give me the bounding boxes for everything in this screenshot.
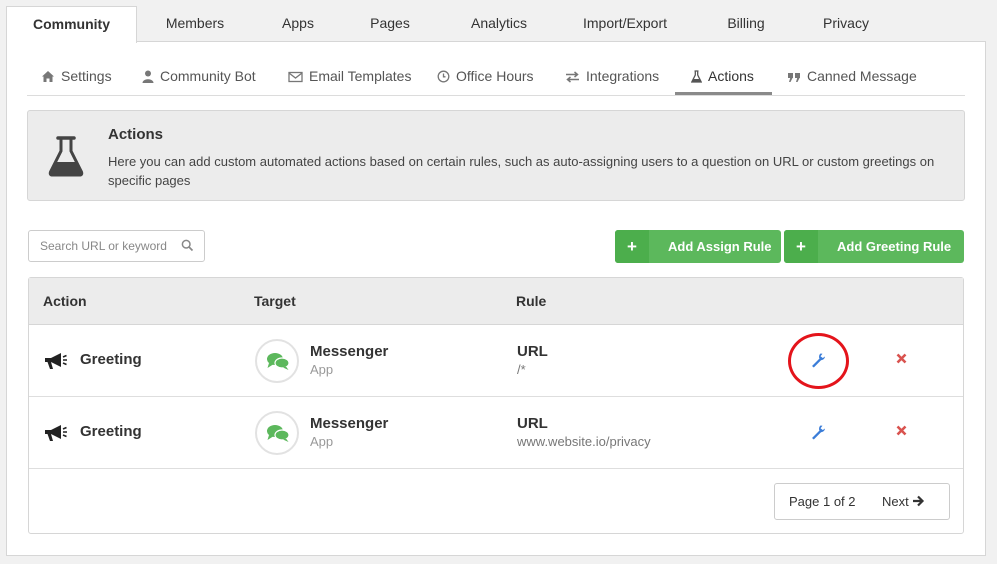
- info-description: Here you can add custom automated action…: [108, 154, 935, 188]
- subtab-label: Office Hours: [456, 68, 534, 84]
- tab-apps[interactable]: Apps: [258, 6, 338, 42]
- next-label: Next: [882, 494, 909, 509]
- home-icon: [42, 71, 54, 82]
- subtab-integrations[interactable]: Integrations: [565, 60, 659, 95]
- search-icon[interactable]: [181, 239, 194, 252]
- subtab-label: Actions: [708, 68, 754, 84]
- flask-icon: [690, 70, 703, 83]
- tab-analytics[interactable]: Analytics: [449, 6, 549, 42]
- megaphone-icon: [45, 353, 67, 369]
- actions-info-box: Actions Here you can add custom automate…: [27, 110, 965, 201]
- plus-icon: +: [615, 230, 649, 263]
- subtab-label: Canned Message: [807, 68, 917, 84]
- rule-value: www.website.io/privacy: [517, 434, 651, 449]
- envelope-icon: [288, 71, 303, 83]
- highlight-circle: [788, 333, 849, 389]
- tab-privacy[interactable]: Privacy: [806, 6, 886, 42]
- page-info: Page 1 of 2: [789, 494, 856, 509]
- search-box: [28, 230, 205, 262]
- action-type: Greeting: [80, 351, 142, 368]
- chat-icon: [267, 425, 290, 442]
- target-type: App: [310, 434, 334, 449]
- tab-members[interactable]: Members: [145, 6, 245, 42]
- table-row: Greeting Messenger App URL www.website.i…: [29, 397, 963, 469]
- rule-value: /*: [517, 362, 526, 377]
- action-type: Greeting: [80, 423, 142, 440]
- subtab-email-templates[interactable]: Email Templates: [288, 60, 411, 95]
- user-icon: [142, 70, 154, 83]
- header-target: Target: [254, 293, 296, 309]
- tab-pages[interactable]: Pages: [350, 6, 430, 42]
- tab-community[interactable]: Community: [6, 6, 137, 43]
- top-tabs: Community Members Apps Pages Analytics I…: [6, 6, 986, 43]
- target-type: App: [310, 362, 334, 377]
- avatar: [255, 411, 299, 455]
- target-name: Messenger: [310, 343, 389, 360]
- subtab-label: Email Templates: [309, 68, 412, 84]
- table-header: Action Target Rule: [29, 278, 963, 325]
- header-action: Action: [43, 293, 87, 309]
- flask-icon: [48, 136, 84, 177]
- table-row: Greeting Messenger App URL /*: [29, 325, 963, 397]
- chat-icon: [267, 353, 290, 370]
- add-greeting-rule-label: Add Greeting Rule: [837, 239, 952, 254]
- clock-icon: [437, 70, 450, 83]
- next-page-button[interactable]: Next: [882, 494, 925, 509]
- sub-tabs: Settings Community Bot Email Templates O…: [27, 60, 965, 96]
- target-name: Messenger: [310, 415, 389, 432]
- subtab-label: Integrations: [586, 68, 660, 84]
- subtab-community-bot[interactable]: Community Bot: [142, 60, 256, 95]
- tab-billing[interactable]: Billing: [706, 6, 786, 42]
- subtab-actions[interactable]: Actions: [675, 60, 772, 95]
- tab-import-export[interactable]: Import/Export: [561, 6, 689, 42]
- plus-icon: +: [784, 230, 818, 263]
- arrow-right-icon: [912, 495, 924, 507]
- subtab-label: Settings: [61, 68, 112, 84]
- header-rule: Rule: [516, 293, 547, 309]
- subtab-canned-message[interactable]: Canned Message: [787, 60, 917, 95]
- info-title: Actions: [108, 126, 164, 143]
- exchange-icon: [566, 71, 579, 83]
- rule-type: URL: [517, 415, 548, 432]
- megaphone-icon: [45, 425, 67, 441]
- wrench-icon[interactable]: [810, 424, 826, 440]
- subtab-settings[interactable]: Settings: [41, 60, 112, 95]
- pagination: Page 1 of 2 Next: [774, 483, 950, 520]
- quote-icon: [788, 73, 800, 82]
- subtab-label: Community Bot: [160, 68, 256, 84]
- rule-type: URL: [517, 343, 548, 360]
- subtab-office-hours[interactable]: Office Hours: [437, 60, 534, 95]
- add-greeting-rule-button[interactable]: + Add Greeting Rule: [784, 230, 964, 263]
- add-assign-rule-label: Add Assign Rule: [668, 239, 772, 254]
- search-input[interactable]: [29, 231, 179, 261]
- delete-icon[interactable]: [896, 353, 907, 364]
- avatar: [255, 339, 299, 383]
- delete-icon[interactable]: [896, 425, 907, 436]
- add-assign-rule-button[interactable]: + Add Assign Rule: [615, 230, 781, 263]
